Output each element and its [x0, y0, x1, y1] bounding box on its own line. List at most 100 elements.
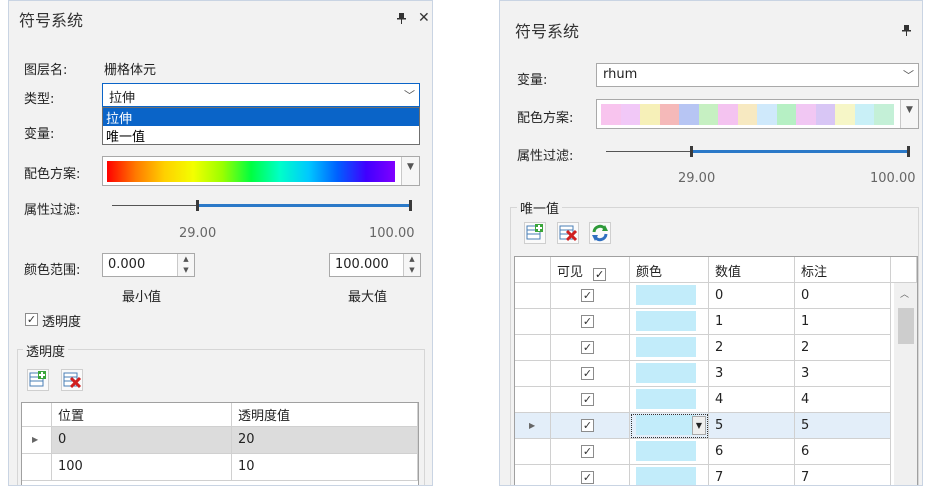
label-cell[interactable]: 6	[795, 439, 891, 465]
variable-select[interactable]: rhum ﹀	[596, 63, 919, 87]
max-label: 最大值	[348, 290, 388, 305]
visible-cell[interactable]: ✓	[551, 413, 630, 439]
chevron-down-icon: ﹀	[903, 69, 914, 82]
range-min-spinner[interactable]: 0.000 ▲ ▼	[102, 253, 195, 277]
transparency-checkbox[interactable]: ✓	[25, 313, 38, 326]
visible-checkbox[interactable]: ✓	[581, 367, 594, 380]
spinner-arrows-icon[interactable]: ▲ ▼	[403, 254, 420, 276]
value-cell[interactable]: 1	[709, 309, 795, 335]
type-option-unique[interactable]: 唯一值	[103, 126, 419, 145]
header-label[interactable]: 标注	[795, 257, 891, 283]
visible-cell[interactable]: ✓	[551, 361, 630, 387]
visible-cell[interactable]: ✓	[551, 439, 630, 465]
symbol-panel-left: 符号系统 ✕ 图层名: 栅格体元 类型: 拉伸 ﹀ 拉伸 唯一值 变量: 配色方…	[8, 0, 433, 486]
delete-row-button[interactable]	[61, 369, 83, 391]
visible-cell[interactable]: ✓	[551, 335, 630, 361]
color-swatch[interactable]	[636, 467, 696, 485]
color-cell[interactable]	[630, 335, 709, 361]
visible-checkbox[interactable]: ✓	[581, 471, 594, 484]
range-max-input[interactable]: 100.000	[335, 257, 389, 272]
header-position[interactable]: 位置	[52, 403, 232, 427]
visible-cell[interactable]: ✓	[551, 387, 630, 413]
color-swatch[interactable]	[636, 311, 696, 331]
value-cell[interactable]: 3	[709, 361, 795, 387]
value-cell[interactable]: 5	[709, 413, 795, 439]
scroll-up-icon[interactable]: ︿	[900, 287, 909, 300]
grid-corner	[22, 403, 52, 427]
close-icon[interactable]: ✕	[418, 10, 430, 26]
visible-checkbox[interactable]: ✓	[581, 341, 594, 354]
slider-min-thumb[interactable]	[690, 146, 693, 157]
visible-cell[interactable]: ✓	[551, 465, 630, 485]
label-cell[interactable]: 0	[795, 283, 891, 309]
value-cell[interactable]: 7	[709, 465, 795, 485]
select-all-checkbox[interactable]: ✓	[593, 268, 607, 281]
pin-icon[interactable]	[902, 25, 911, 39]
table-cell[interactable]: 100	[52, 454, 232, 481]
type-select[interactable]: 拉伸 ﹀	[102, 83, 420, 107]
slider-max-thumb[interactable]	[907, 146, 910, 157]
visible-cell[interactable]: ✓	[551, 309, 630, 335]
table-cell[interactable]: 20	[232, 427, 418, 454]
scheme-color-swatch	[854, 104, 875, 125]
table-cell[interactable]: 0	[52, 427, 232, 454]
color-cell[interactable]	[630, 387, 709, 413]
color-scheme-select[interactable]: ▼	[102, 156, 420, 186]
color-cell[interactable]	[630, 283, 709, 309]
add-row-button[interactable]	[27, 369, 49, 391]
label-cell[interactable]: 1	[795, 309, 891, 335]
scrollbar-thumb[interactable]	[898, 308, 914, 344]
color-cell[interactable]	[630, 465, 709, 485]
color-swatch[interactable]	[636, 441, 696, 461]
visible-cell[interactable]: ✓	[551, 283, 630, 309]
pin-icon[interactable]	[397, 13, 406, 27]
color-swatch[interactable]	[636, 337, 696, 357]
filter-max-value: 100.00	[870, 171, 916, 186]
scheme-color-swatch	[640, 104, 660, 125]
delete-value-button[interactable]	[557, 222, 579, 244]
row-header	[515, 283, 551, 309]
color-scheme-select[interactable]: ▼	[596, 99, 919, 129]
slider-min-thumb[interactable]	[196, 200, 199, 211]
visible-checkbox[interactable]: ✓	[581, 393, 594, 406]
spinner-arrows-icon[interactable]: ▲ ▼	[177, 254, 194, 276]
color-swatch[interactable]	[636, 285, 696, 305]
range-max-spinner[interactable]: 100.000 ▲ ▼	[329, 253, 421, 277]
label-cell[interactable]: 2	[795, 335, 891, 361]
value-cell[interactable]: 2	[709, 335, 795, 361]
value-cell[interactable]: 6	[709, 439, 795, 465]
color-cell[interactable]	[630, 309, 709, 335]
label-cell[interactable]: 7	[795, 465, 891, 485]
label-cell[interactable]: 3	[795, 361, 891, 387]
header-transparency-value[interactable]: 透明度值	[232, 403, 418, 427]
table-cell[interactable]: 10	[232, 454, 418, 481]
color-cell[interactable]: ▼	[630, 413, 709, 439]
label-cell[interactable]: 5	[795, 413, 891, 439]
visible-checkbox[interactable]: ✓	[581, 419, 594, 432]
label-cell[interactable]: 4	[795, 387, 891, 413]
refresh-button[interactable]	[589, 222, 611, 244]
color-cell[interactable]	[630, 361, 709, 387]
visible-checkbox[interactable]: ✓	[581, 315, 594, 328]
header-visible[interactable]: 可见 ✓	[551, 257, 630, 283]
color-swatch[interactable]	[636, 415, 696, 435]
unique-value-group-title: 唯一值	[517, 198, 563, 217]
color-dropdown-icon[interactable]: ▼	[692, 416, 706, 435]
add-value-button[interactable]	[524, 222, 546, 244]
range-min-input[interactable]: 0.000	[108, 257, 145, 272]
color-swatch[interactable]	[636, 363, 696, 383]
chevron-down-icon: ﹀	[404, 89, 415, 102]
visible-checkbox[interactable]: ✓	[581, 289, 594, 302]
transparency-checkbox-label: 透明度	[42, 315, 82, 330]
color-cell[interactable]	[630, 439, 709, 465]
visible-checkbox[interactable]: ✓	[581, 445, 594, 458]
header-value[interactable]: 数值	[709, 257, 795, 283]
slider-max-thumb[interactable]	[409, 200, 412, 211]
type-option-stretch[interactable]: 拉伸	[103, 108, 419, 127]
row-header	[515, 387, 551, 413]
value-cell[interactable]: 4	[709, 387, 795, 413]
value-cell[interactable]: 0	[709, 283, 795, 309]
row-header	[515, 309, 551, 335]
header-color[interactable]: 颜色	[630, 257, 709, 283]
color-swatch[interactable]	[636, 389, 696, 409]
